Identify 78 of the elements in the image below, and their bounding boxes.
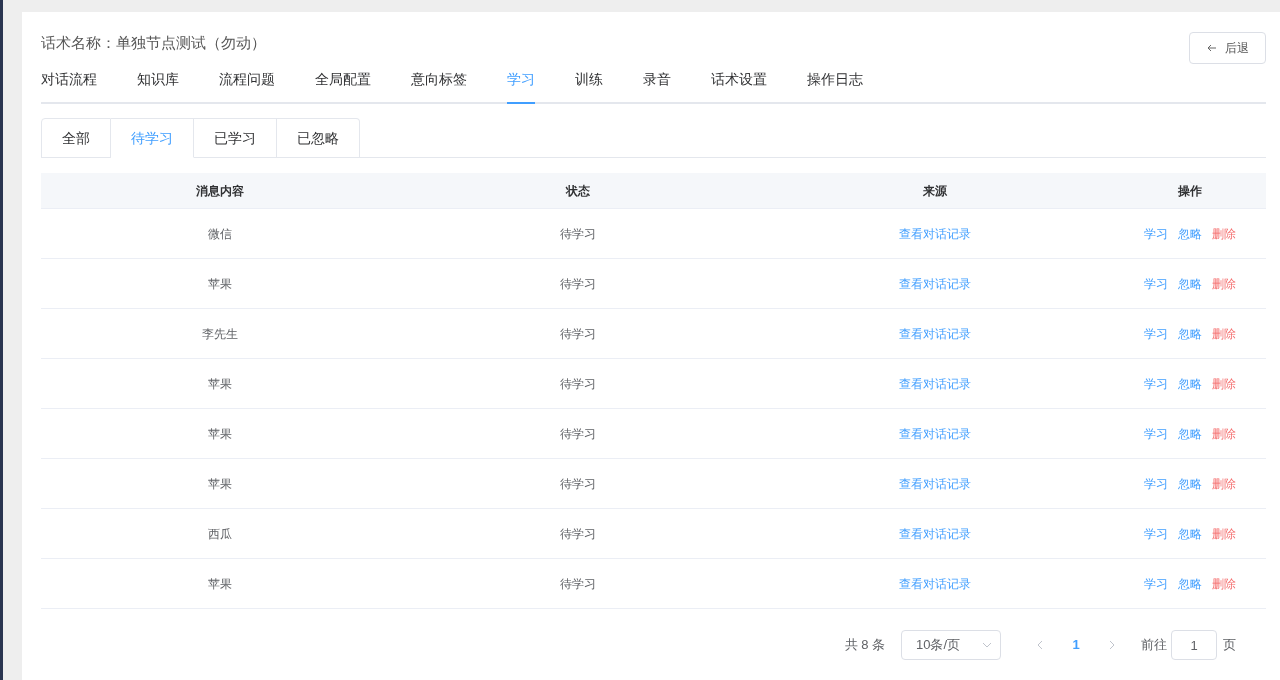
view-chat-link[interactable]: 查看对话记录 [899,324,971,343]
action-link[interactable]: 忽略 [1177,224,1202,243]
action-link[interactable]: 删除 [1211,574,1236,593]
nav-tab[interactable]: 操作日志 [807,68,863,104]
table-cell-text: 苹果 [207,275,233,293]
filter-tab[interactable]: 待学习 [111,118,194,158]
nav-tab[interactable]: 知识库 [137,68,179,104]
view-chat-link[interactable]: 查看对话记录 [899,374,971,393]
table-cell-text: 待学习 [559,425,597,443]
table-cell-text: 待学习 [559,475,597,493]
table-cell-text: 待学习 [559,225,597,243]
chevron-left-icon [1037,640,1043,650]
table-cell-text: 待学习 [559,575,597,593]
table-cell-text: 苹果 [207,475,233,493]
action-link[interactable]: 删除 [1211,274,1236,293]
table-cell-text: 苹果 [207,425,233,443]
nav-tab[interactable]: 意向标签 [411,68,467,104]
nav-tab[interactable]: 训练 [575,68,603,104]
view-chat-link[interactable]: 查看对话记录 [899,574,971,593]
nav-tab[interactable]: 录音 [643,68,671,104]
nav-tab[interactable]: 流程问题 [219,68,275,104]
action-link[interactable]: 学习 [1143,474,1168,493]
page-size-select[interactable]: 10条/页 [901,630,1001,660]
page-input[interactable]: 1 [1171,630,1217,660]
table-cell-text: 待学习 [559,325,597,343]
table-cell-text: 李先生 [201,325,239,343]
page-number[interactable]: 1 [1061,635,1091,655]
view-chat-link[interactable]: 查看对话记录 [899,224,971,243]
filter-tab[interactable]: 已忽略 [277,118,360,158]
chevron-right-icon [1109,640,1115,650]
action-link[interactable]: 学习 [1143,224,1168,243]
back-arrow-icon [1206,44,1217,52]
nav-tab[interactable]: 话术设置 [711,68,767,104]
action-link[interactable]: 忽略 [1177,324,1202,343]
column-header: 消息内容 [195,182,245,200]
filter-tab[interactable]: 已学习 [194,118,277,158]
table-cell-text: 西瓜 [207,525,233,543]
table-cell-text: 待学习 [559,525,597,543]
column-header: 状态 [564,182,591,200]
action-link[interactable]: 学习 [1143,524,1168,543]
page-suffix: 页 [1223,636,1236,655]
action-link[interactable]: 学习 [1143,324,1168,343]
action-link[interactable]: 删除 [1211,424,1236,443]
action-link[interactable]: 忽略 [1177,574,1202,593]
action-link[interactable]: 忽略 [1177,474,1202,493]
action-link[interactable]: 学习 [1143,274,1168,293]
action-link[interactable]: 忽略 [1177,374,1202,393]
caret-icon [982,642,992,648]
view-chat-link[interactable]: 查看对话记录 [899,274,971,293]
table-cell-text: 待学习 [559,275,597,293]
script-name-title: 话术名称：单独节点测试（勿动） [41,33,266,53]
action-link[interactable]: 删除 [1211,474,1236,493]
action-link[interactable]: 忽略 [1177,274,1202,293]
column-header: 来源 [922,182,948,200]
table-cell-text: 苹果 [207,375,233,393]
nav-tab[interactable]: 全局配置 [315,68,371,104]
nav-tab[interactable]: 学习 [507,68,535,104]
action-link[interactable]: 学习 [1143,374,1168,393]
view-chat-link[interactable]: 查看对话记录 [899,524,971,543]
column-header: 操作 [1176,182,1203,200]
action-link[interactable]: 忽略 [1177,524,1202,543]
back-button[interactable]: 后退 [1189,32,1266,64]
action-link[interactable]: 删除 [1211,324,1236,343]
action-link[interactable]: 忽略 [1177,424,1202,443]
goto-label: 前往 [1141,636,1167,655]
action-link[interactable]: 学习 [1143,424,1168,443]
table-cell-text: 苹果 [207,575,233,593]
table-cell-text: 微信 [207,225,233,243]
filter-tab[interactable]: 全部 [41,118,111,158]
nav-tab[interactable]: 对话流程 [41,68,97,104]
action-link[interactable]: 删除 [1211,224,1236,243]
view-chat-link[interactable]: 查看对话记录 [899,424,971,443]
action-link[interactable]: 删除 [1211,374,1236,393]
total-count: 共 8 条 [844,636,885,655]
table-cell-text: 待学习 [559,375,597,393]
action-link[interactable]: 删除 [1211,524,1236,543]
action-link[interactable]: 学习 [1143,574,1168,593]
view-chat-link[interactable]: 查看对话记录 [899,474,971,493]
